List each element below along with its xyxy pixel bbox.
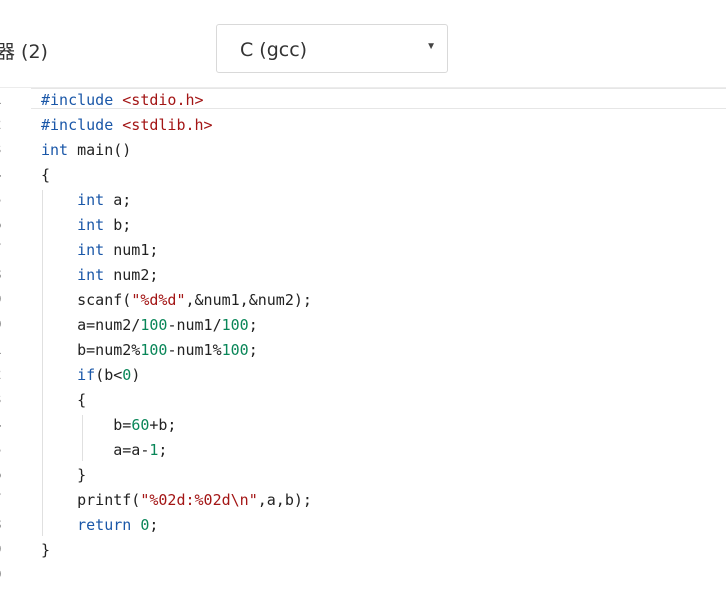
code-token: ;: [248, 316, 258, 334]
code-line[interactable]: a=a-1;: [41, 438, 167, 463]
code-token: ;: [149, 516, 159, 534]
code-token: 100: [221, 316, 249, 334]
code-token: int: [77, 191, 105, 209]
line-number: 7: [0, 238, 13, 263]
code-token: -num1/: [167, 316, 222, 334]
code-token: return: [77, 516, 132, 534]
line-number: 7: [0, 488, 13, 513]
code-token: scanf(: [41, 291, 132, 309]
code-token: }: [41, 466, 87, 484]
code-token: int: [77, 241, 105, 259]
code-token: if: [77, 366, 96, 384]
code-token: num1;: [104, 241, 159, 259]
line-number: 6: [0, 213, 13, 238]
line-number: 3: [0, 388, 13, 413]
language-select-value: C (gcc): [240, 39, 308, 61]
code-token: int: [77, 216, 105, 234]
code-token: b=num2%: [41, 341, 141, 359]
code-token: "%02d:%02d\n": [140, 491, 258, 509]
code-line[interactable]: printf("%02d:%02d\n",a,b);: [41, 488, 312, 513]
code-line[interactable]: #include <stdio.h>: [41, 88, 204, 113]
code-token: "%d%d": [131, 291, 186, 309]
code-line[interactable]: return 0;: [41, 513, 158, 538]
code-token: (b<: [95, 366, 123, 384]
code-token: a=num2/: [41, 316, 141, 334]
code-token: ;: [248, 341, 258, 359]
code-token: #include: [41, 116, 123, 134]
line-number: 8: [0, 263, 13, 288]
code-token: +b;: [149, 416, 177, 434]
code-token: 60: [131, 416, 150, 434]
code-token: 100: [221, 341, 249, 359]
line-number: 4: [0, 413, 13, 438]
line-number: 5: [0, 438, 13, 463]
code-token: int: [41, 141, 69, 159]
code-token: b;: [104, 216, 132, 234]
code-line[interactable]: int a;: [41, 188, 131, 213]
code-line[interactable]: b=num2%100-num1%100;: [41, 338, 258, 363]
line-number: 6: [0, 463, 13, 488]
code-token: ,a,b);: [257, 491, 312, 509]
code-token: #include: [41, 91, 123, 109]
code-token: ): [131, 366, 141, 384]
line-number: 8: [0, 513, 13, 538]
line-number: 1: [0, 88, 13, 113]
code-line[interactable]: {: [41, 163, 50, 188]
code-token: printf(: [41, 491, 141, 509]
line-number: 5: [0, 188, 13, 213]
code-token: ;: [158, 441, 168, 459]
line-number: 0: [0, 313, 13, 338]
code-token: int: [77, 266, 105, 284]
caret-down-icon: ▼: [426, 41, 436, 52]
code-line[interactable]: int main(): [41, 138, 131, 163]
code-line[interactable]: {: [41, 388, 86, 413]
code-token: {: [41, 166, 51, 184]
code-token: num2;: [104, 266, 159, 284]
code-token: 100: [140, 341, 168, 359]
line-number: 3: [0, 138, 13, 163]
line-number: 9: [0, 538, 13, 563]
code-token: {: [41, 391, 87, 409]
indent-guide: [82, 415, 83, 461]
line-number: 4: [0, 163, 13, 188]
code-line[interactable]: }: [41, 463, 86, 488]
code-line[interactable]: int num2;: [41, 263, 158, 288]
code-editor[interactable]: 1 #include <stdio.h> 2 #include <stdlib.h> 3…: [0, 88, 726, 590]
code-line[interactable]: #include <stdlib.h>: [41, 113, 213, 138]
code-token: -num1%: [167, 341, 222, 359]
line-number: 0: [0, 563, 13, 588]
line-number: 2: [0, 363, 13, 388]
code-token: a;: [104, 191, 132, 209]
code-line[interactable]: int num1;: [41, 238, 158, 263]
editor-header: 器 (2) C (gcc) ▼: [0, 0, 726, 88]
code-line[interactable]: a=num2/100-num1/100;: [41, 313, 258, 338]
code-line[interactable]: scanf("%d%d",&num1,&num2);: [41, 288, 312, 313]
code-line[interactable]: b=60+b;: [41, 413, 176, 438]
code-token: a=a-: [41, 441, 150, 459]
code-token: main(): [68, 141, 132, 159]
editor-title: 器 (2): [0, 41, 48, 63]
code-line[interactable]: }: [41, 538, 50, 563]
code-token: b=: [41, 416, 132, 434]
code-token: ,&num1,&num2);: [185, 291, 312, 309]
language-select[interactable]: C (gcc) ▼: [216, 24, 448, 73]
line-number: 2: [0, 113, 13, 138]
line-number: 9: [0, 288, 13, 313]
code-line[interactable]: if(b<0): [41, 363, 140, 388]
code-token: }: [41, 541, 51, 559]
code-token: 100: [140, 316, 168, 334]
indent-guide: [42, 190, 43, 536]
code-token: <stdio.h>: [122, 91, 204, 109]
code-token: 0: [122, 366, 132, 384]
line-number: 1: [0, 338, 13, 363]
code-line[interactable]: int b;: [41, 213, 131, 238]
code-token: <stdlib.h>: [122, 116, 213, 134]
